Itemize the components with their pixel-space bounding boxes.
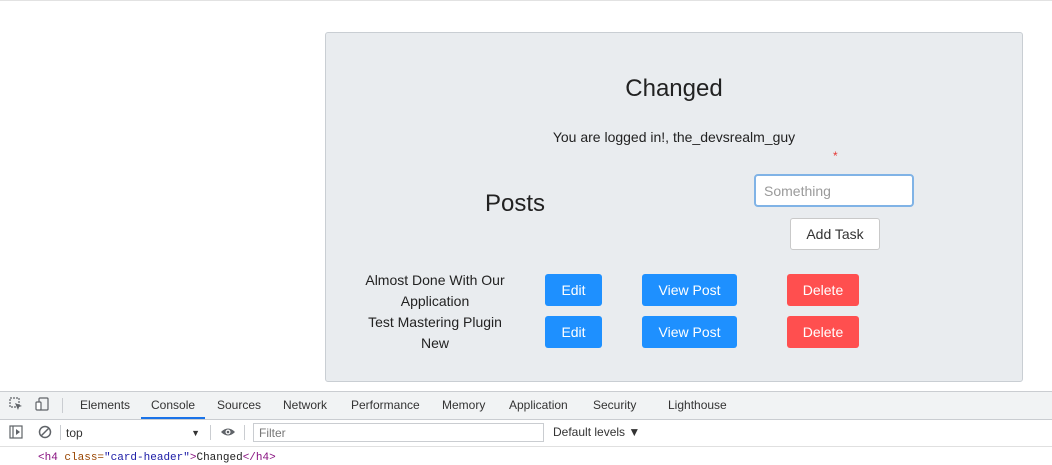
required-marker: * [833,149,838,163]
tab-sources[interactable]: Sources [215,392,263,419]
view-post-button[interactable]: View Post [642,274,737,306]
tab-elements[interactable]: Elements [78,392,132,419]
edit-post-button[interactable]: Edit [545,316,602,348]
post-title: Test Mastering Plugin New [368,314,502,351]
login-status-text: You are logged in!, the_devsrealm_guy [552,129,796,145]
toolbar-divider [62,398,63,413]
tab-network[interactable]: Network [281,392,329,419]
post-row: Test Mastering Plugin New Edit View Post… [326,314,1022,358]
tab-lighthouse[interactable]: Lighthouse [666,392,729,419]
add-task-button[interactable]: Add Task [790,218,880,250]
task-input[interactable] [754,174,914,207]
post-title: Almost Done With Our Application [365,272,505,309]
tab-application[interactable]: Application [507,392,570,419]
console-output-line: <h4 class="card-header">Changed</h4> [38,452,276,464]
card-title: Changed [625,75,723,102]
sidebar-toggle-icon[interactable] [8,425,24,441]
devtools-panel: Elements Console Sources Network Perform… [0,391,1052,465]
chevron-down-icon: ▼ [191,428,200,438]
delete-post-button[interactable]: Delete [787,274,859,306]
eye-icon[interactable] [220,425,236,441]
post-row: Almost Done With Our Application Edit Vi… [326,272,1022,316]
toolbar-divider [60,425,61,440]
tab-security[interactable]: Security [591,392,638,419]
app-card: Changed You are logged in!, the_devsreal… [325,32,1023,382]
console-attr-value: "card-header" [104,452,190,464]
view-post-button[interactable]: View Post [642,316,737,348]
top-border [0,0,1052,1]
toolbar-divider [244,425,245,440]
edit-post-button[interactable]: Edit [545,274,602,306]
delete-post-button[interactable]: Delete [787,316,859,348]
context-value: top [66,426,83,440]
log-levels-dropdown[interactable]: Default levels ▼ [553,425,640,439]
tab-console[interactable]: Console [141,392,206,419]
devtools-tab-bar: Elements Console Sources Network Perform… [0,392,1052,420]
console-filter-input[interactable] [253,423,544,442]
clear-console-icon[interactable] [37,425,53,441]
posts-heading: Posts [485,190,546,217]
device-toggle-icon[interactable] [34,397,50,413]
console-text: Changed [196,452,243,464]
execution-context-select[interactable]: top ▼ [66,424,204,442]
tab-performance[interactable]: Performance [349,392,422,419]
console-close-tag: </h4> [242,452,276,464]
console-toolbar: top ▼ Default levels ▼ [0,420,1052,447]
console-open-tag: <h4 [38,452,58,464]
toolbar-divider [210,425,211,440]
tab-memory[interactable]: Memory [440,392,487,419]
inspect-icon[interactable] [8,397,24,413]
console-attr-name: class= [64,452,105,464]
